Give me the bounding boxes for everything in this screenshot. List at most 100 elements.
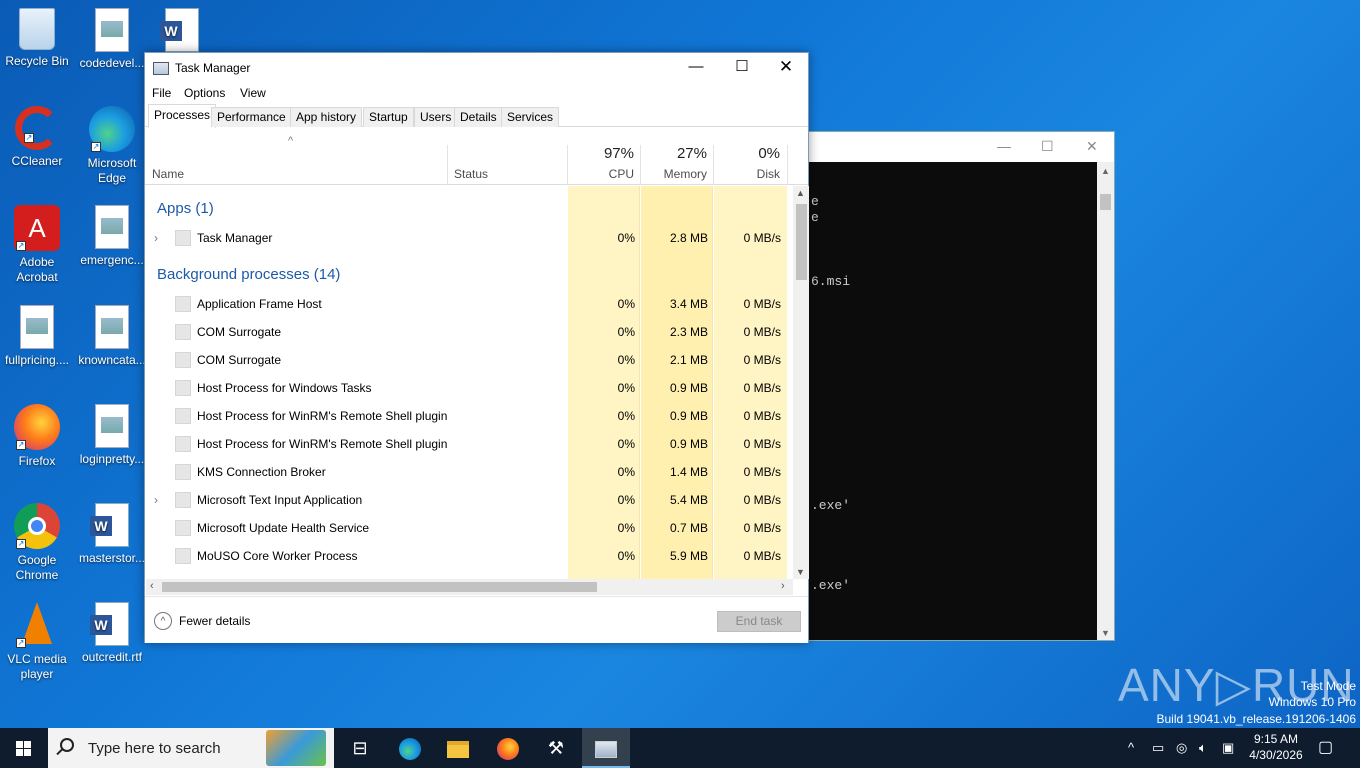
disk-total[interactable]: 0% bbox=[721, 145, 780, 162]
table-row[interactable]: Host Process for WinRM's Remote Shell pl… bbox=[146, 402, 787, 430]
table-row[interactable]: COM Surrogate 0% 2.1 MB 0 MB/s bbox=[146, 346, 787, 374]
tab-app-history[interactable]: App history bbox=[290, 107, 363, 127]
desktop-icon-masterstor[interactable]: W masterstor... bbox=[75, 503, 149, 566]
table-row[interactable]: Application Frame Host 0% 3.4 MB 0 MB/s bbox=[146, 290, 787, 318]
start-button[interactable] bbox=[0, 728, 48, 768]
task-view-icon[interactable]: ⊟ bbox=[336, 728, 384, 768]
pickaxe-tool-icon[interactable]: ⚒ bbox=[532, 728, 580, 768]
table-row[interactable]: Microsoft Update Health Service 0% 0.7 M… bbox=[146, 514, 787, 542]
task-manager-window[interactable]: Task Manager — ☐ ✕ File Options View Pro… bbox=[144, 52, 809, 643]
fewer-details-link[interactable]: Fewer details bbox=[179, 614, 250, 628]
search-box[interactable]: Type here to search bbox=[48, 728, 334, 768]
desktop-icon-ccleaner[interactable]: ↗ CCleaner bbox=[0, 106, 74, 169]
column-cpu[interactable]: CPU bbox=[575, 167, 634, 181]
vertical-scrollbar[interactable]: ▲ ▼ bbox=[793, 186, 809, 579]
scroll-thumb[interactable] bbox=[796, 204, 807, 280]
desktop-icon-vlc[interactable]: ↗ VLC media player bbox=[0, 602, 74, 682]
desktop-icon-outcredit[interactable]: W outcredit.rtf bbox=[75, 602, 149, 665]
firefox-icon: ↗ bbox=[14, 404, 60, 450]
menu-options[interactable]: Options bbox=[184, 86, 225, 100]
column-memory[interactable]: Memory bbox=[648, 167, 707, 181]
volume-icon[interactable]: 🔈︎ bbox=[1199, 728, 1207, 768]
desktop-icon-word-doc[interactable]: W bbox=[145, 8, 219, 56]
scroll-thumb[interactable] bbox=[162, 582, 597, 592]
tab-processes[interactable]: Processes bbox=[148, 104, 217, 128]
scroll-down-icon[interactable]: ▼ bbox=[1101, 628, 1110, 638]
process-memory: 2.8 MB bbox=[669, 231, 708, 245]
chevron-right-icon[interactable]: › bbox=[154, 493, 158, 507]
webcam-icon[interactable]: ◎ bbox=[1176, 728, 1187, 768]
table-row[interactable]: MoUSO Core Worker Process 0% 5.9 MB 0 MB… bbox=[146, 542, 787, 570]
firefox-taskbar-icon[interactable] bbox=[484, 728, 532, 768]
column-disk[interactable]: Disk bbox=[721, 167, 780, 181]
minimize-button[interactable]: — bbox=[673, 53, 719, 83]
menu-file[interactable]: File bbox=[152, 86, 171, 100]
word-document-icon: W bbox=[90, 503, 129, 547]
table-row[interactable]: KMS Connection Broker 0% 1.4 MB 0 MB/s bbox=[146, 458, 787, 486]
column-name[interactable]: Name bbox=[152, 167, 184, 181]
maximize-button[interactable]: ☐ bbox=[719, 53, 765, 83]
scroll-thumb[interactable] bbox=[1100, 194, 1111, 210]
scroll-up-icon[interactable]: ▲ bbox=[1101, 166, 1110, 176]
process-list[interactable]: Apps (1) › Task Manager 0% 2.8 MB 0 MB/s… bbox=[146, 186, 792, 579]
network-icon[interactable]: ▣ bbox=[1222, 728, 1234, 768]
process-icon bbox=[175, 296, 191, 312]
titlebar[interactable]: Task Manager — ☐ ✕ bbox=[145, 53, 808, 83]
desktop-icon-acrobat[interactable]: A ↗ Adobe Acrobat bbox=[0, 205, 74, 285]
column-status[interactable]: Status bbox=[454, 167, 488, 181]
menu-view[interactable]: View bbox=[240, 86, 266, 100]
task-manager-taskbar-icon[interactable] bbox=[582, 728, 630, 768]
tablet-icon[interactable]: ▭ bbox=[1152, 728, 1164, 768]
console-titlebar[interactable]: — ☐ ✕ bbox=[807, 132, 1114, 162]
process-disk: 0 MB/s bbox=[743, 325, 781, 339]
console-scrollbar[interactable]: ▲ ▼ bbox=[1097, 162, 1114, 640]
tab-users[interactable]: Users bbox=[414, 107, 458, 127]
memory-total[interactable]: 27% bbox=[648, 145, 707, 162]
scroll-up-icon[interactable]: ▲ bbox=[796, 188, 805, 198]
desktop-icon-codedevel[interactable]: codedevel... bbox=[75, 8, 149, 71]
process-memory: 0.9 MB bbox=[669, 381, 708, 395]
desktop-icon-emergenc[interactable]: emergenc... bbox=[75, 205, 149, 268]
process-disk: 0 MB/s bbox=[743, 297, 781, 311]
table-row[interactable]: Host Process for Windows Tasks 0% 0.9 MB… bbox=[146, 374, 787, 402]
desktop-icon-label: VLC media player bbox=[7, 652, 67, 681]
cpu-total[interactable]: 97% bbox=[575, 145, 634, 162]
horizontal-scrollbar[interactable]: ‹ › bbox=[146, 579, 793, 595]
file-explorer-icon[interactable] bbox=[434, 728, 482, 768]
tab-performance[interactable]: Performance bbox=[211, 107, 292, 127]
desktop-icon-knowncata[interactable]: knowncata... bbox=[75, 305, 149, 368]
desktop-icon-chrome[interactable]: ↗ Google Chrome bbox=[0, 503, 74, 583]
desktop-icon-firefox[interactable]: ↗ Firefox bbox=[0, 404, 74, 469]
clock[interactable]: 9:15 AM 4/30/2026 bbox=[1238, 731, 1314, 763]
close-icon[interactable]: ✕ bbox=[1086, 138, 1098, 155]
word-document-icon: W bbox=[160, 8, 199, 52]
desktop-icon-edge[interactable]: ↗ Microsoft Edge bbox=[75, 106, 149, 186]
scroll-left-icon[interactable]: ‹ bbox=[150, 580, 154, 592]
table-row[interactable]: Host Process for WinRM's Remote Shell pl… bbox=[146, 430, 787, 458]
chevron-up-icon[interactable]: ^ bbox=[154, 612, 172, 630]
table-row[interactable]: › Task Manager 0% 2.8 MB 0 MB/s bbox=[146, 224, 787, 252]
chevron-right-icon[interactable]: › bbox=[154, 231, 158, 245]
desktop-icon-loginpretty[interactable]: loginpretty... bbox=[75, 404, 149, 467]
console-line: .exe' bbox=[811, 578, 851, 593]
console-output[interactable]: e e 6.msi .exe' .exe' bbox=[807, 162, 1097, 640]
notifications-icon[interactable]: ▢ bbox=[1318, 728, 1333, 768]
scroll-down-icon[interactable]: ▼ bbox=[796, 567, 805, 577]
maximize-icon[interactable]: ☐ bbox=[1041, 138, 1054, 155]
console-window[interactable]: — ☐ ✕ e e 6.msi .exe' .exe' ▲ ▼ bbox=[806, 131, 1115, 641]
minimize-icon[interactable]: — bbox=[997, 138, 1011, 154]
edge-taskbar-icon[interactable] bbox=[386, 728, 434, 768]
scroll-right-icon[interactable]: › bbox=[781, 580, 785, 592]
table-row[interactable]: COM Surrogate 0% 2.3 MB 0 MB/s bbox=[146, 318, 787, 346]
chevron-up-icon[interactable]: ^ bbox=[1128, 728, 1134, 768]
close-button[interactable]: ✕ bbox=[763, 53, 809, 83]
desktop-icon-fullpricing[interactable]: fullpricing.... bbox=[0, 305, 74, 368]
tab-startup[interactable]: Startup bbox=[363, 107, 414, 127]
tab-details[interactable]: Details bbox=[454, 107, 503, 127]
process-name: Task Manager bbox=[197, 231, 273, 245]
tab-services[interactable]: Services bbox=[501, 107, 560, 127]
desktop-icon-label: masterstor... bbox=[78, 551, 146, 565]
table-row[interactable]: › Microsoft Text Input Application 0% 5.… bbox=[146, 486, 787, 514]
desktop-icon-recycle-bin[interactable]: Recycle Bin bbox=[0, 8, 74, 69]
end-task-button[interactable]: End task bbox=[717, 611, 801, 632]
